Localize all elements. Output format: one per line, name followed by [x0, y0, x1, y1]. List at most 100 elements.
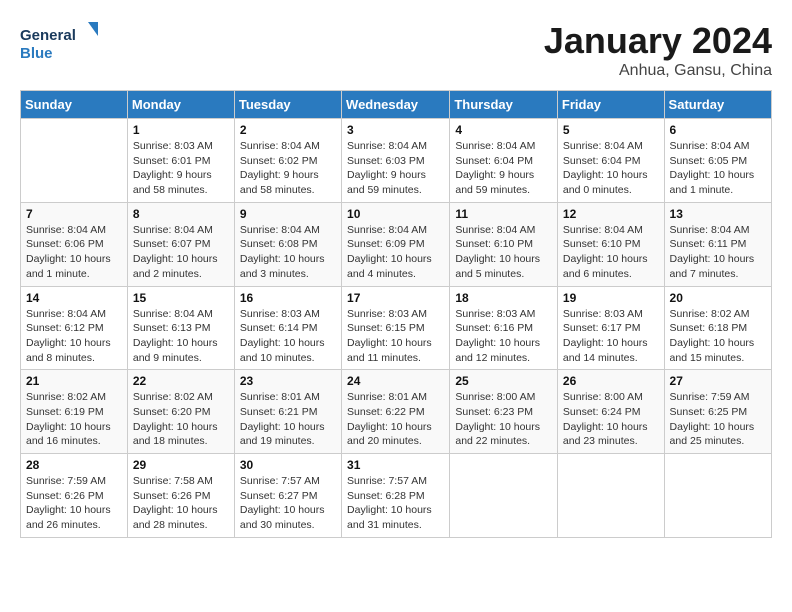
day-info: Sunrise: 8:04 AMSunset: 6:04 PMDaylight:…: [563, 139, 659, 198]
calendar-cell: 23 Sunrise: 8:01 AMSunset: 6:21 PMDayligh…: [234, 370, 341, 454]
day-number: 16: [240, 291, 336, 305]
calendar-week-row: 14Sunrise: 8:04 AMSunset: 6:12 PMDayligh…: [21, 286, 772, 370]
day-number: 26: [563, 374, 659, 388]
day-number: 3: [347, 123, 444, 137]
calendar-cell: 8 Sunrise: 8:04 AMSunset: 6:07 PMDaylight…: [127, 202, 234, 286]
day-number: 18: [455, 291, 552, 305]
subtitle: Anhua, Gansu, China: [544, 62, 772, 80]
day-info: Sunrise: 8:02 AMSunset: 6:19 PMDaylight:…: [26, 390, 122, 449]
day-number: 29: [133, 458, 229, 472]
calendar-cell: 22Sunrise: 8:02 AMSunset: 6:20 PMDayligh…: [127, 370, 234, 454]
day-number: 28: [26, 458, 122, 472]
day-number: 9: [240, 207, 336, 221]
calendar-week-row: 21 Sunrise: 8:02 AMSunset: 6:19 PMDayligh…: [21, 370, 772, 454]
day-number: 1: [133, 123, 229, 137]
logo: General Blue: [20, 20, 100, 64]
calendar-header-row: Sunday Monday Tuesday Wednesday Thursday…: [21, 91, 772, 119]
calendar-cell: 24 Sunrise: 8:01 AMSunset: 6:22 PMDayligh…: [342, 370, 450, 454]
day-info: Sunrise: 8:04 AMSunset: 6:13 PMDaylight:…: [133, 307, 229, 366]
calendar-cell: 17 Sunrise: 8:03 AMSunset: 6:15 PMDayligh…: [342, 286, 450, 370]
day-info: Sunrise: 7:59 AMSunset: 6:26 PMDaylight:…: [26, 474, 122, 533]
calendar-cell: 30Sunrise: 7:57 AMSunset: 6:27 PMDayligh…: [234, 454, 341, 538]
col-thursday: Thursday: [450, 91, 558, 119]
calendar-cell: 7 Sunrise: 8:04 AMSunset: 6:06 PMDaylight…: [21, 202, 128, 286]
calendar-cell: [450, 454, 558, 538]
day-number: 8: [133, 207, 229, 221]
day-number: 17: [347, 291, 444, 305]
day-info: Sunrise: 7:57 AMSunset: 6:28 PMDaylight:…: [347, 474, 444, 533]
day-info: Sunrise: 7:57 AMSunset: 6:27 PMDaylight:…: [240, 474, 336, 533]
calendar-cell: 4 Sunrise: 8:04 AMSunset: 6:04 PMDaylight…: [450, 119, 558, 203]
calendar-cell: 11Sunrise: 8:04 AMSunset: 6:10 PMDayligh…: [450, 202, 558, 286]
calendar-cell: [21, 119, 128, 203]
calendar-cell: 5Sunrise: 8:04 AMSunset: 6:04 PMDaylight…: [557, 119, 664, 203]
day-info: Sunrise: 8:03 AMSunset: 6:15 PMDaylight:…: [347, 307, 444, 366]
day-info: Sunrise: 7:58 AMSunset: 6:26 PMDaylight:…: [133, 474, 229, 533]
day-number: 22: [133, 374, 229, 388]
day-info: Sunrise: 8:03 AMSunset: 6:16 PMDaylight:…: [455, 307, 552, 366]
day-info: Sunrise: 8:01 AMSunset: 6:21 PMDaylight:…: [240, 390, 336, 449]
day-info: Sunrise: 8:01 AMSunset: 6:22 PMDaylight:…: [347, 390, 444, 449]
day-info: Sunrise: 8:00 AMSunset: 6:23 PMDaylight:…: [455, 390, 552, 449]
svg-text:General: General: [20, 27, 76, 44]
day-number: 14: [26, 291, 122, 305]
calendar-week-row: 28 Sunrise: 7:59 AMSunset: 6:26 PMDayligh…: [21, 454, 772, 538]
calendar-cell: 6Sunrise: 8:04 AMSunset: 6:05 PMDaylight…: [664, 119, 771, 203]
calendar-cell: 2 Sunrise: 8:04 AMSunset: 6:02 PMDaylight…: [234, 119, 341, 203]
calendar-table: Sunday Monday Tuesday Wednesday Thursday…: [20, 90, 772, 538]
day-number: 13: [670, 207, 766, 221]
day-number: 23: [240, 374, 336, 388]
day-info: Sunrise: 8:04 AMSunset: 6:10 PMDaylight:…: [563, 223, 659, 282]
day-info: Sunrise: 8:04 AMSunset: 6:08 PMDaylight:…: [240, 223, 336, 282]
day-number: 21: [26, 374, 122, 388]
day-number: 10: [347, 207, 444, 221]
day-info: Sunrise: 8:04 AMSunset: 6:07 PMDaylight:…: [133, 223, 229, 282]
calendar-cell: [557, 454, 664, 538]
col-tuesday: Tuesday: [234, 91, 341, 119]
day-info: Sunrise: 8:04 AMSunset: 6:03 PMDaylight:…: [347, 139, 444, 198]
page-header: General Blue January 2024 Anhua, Gansu, …: [20, 20, 772, 80]
day-number: 19: [563, 291, 659, 305]
day-number: 27: [670, 374, 766, 388]
day-info: Sunrise: 8:04 AMSunset: 6:06 PMDaylight:…: [26, 223, 122, 282]
calendar-cell: 25Sunrise: 8:00 AMSunset: 6:23 PMDayligh…: [450, 370, 558, 454]
day-info: Sunrise: 8:00 AMSunset: 6:24 PMDaylight:…: [563, 390, 659, 449]
calendar-cell: 16Sunrise: 8:03 AMSunset: 6:14 PMDayligh…: [234, 286, 341, 370]
calendar-cell: 9 Sunrise: 8:04 AMSunset: 6:08 PMDaylight…: [234, 202, 341, 286]
calendar-cell: 19 Sunrise: 8:03 AMSunset: 6:17 PMDayligh…: [557, 286, 664, 370]
svg-text:Blue: Blue: [20, 45, 53, 62]
calendar-cell: 3 Sunrise: 8:04 AMSunset: 6:03 PMDaylight…: [342, 119, 450, 203]
calendar-week-row: 7 Sunrise: 8:04 AMSunset: 6:06 PMDaylight…: [21, 202, 772, 286]
col-saturday: Saturday: [664, 91, 771, 119]
calendar-cell: 14Sunrise: 8:04 AMSunset: 6:12 PMDayligh…: [21, 286, 128, 370]
day-info: Sunrise: 8:04 AMSunset: 6:09 PMDaylight:…: [347, 223, 444, 282]
col-wednesday: Wednesday: [342, 91, 450, 119]
calendar-cell: 27 Sunrise: 7:59 AMSunset: 6:25 PMDayligh…: [664, 370, 771, 454]
col-friday: Friday: [557, 91, 664, 119]
day-number: 11: [455, 207, 552, 221]
logo-svg: General Blue: [20, 20, 100, 64]
day-number: 15: [133, 291, 229, 305]
day-info: Sunrise: 8:03 AMSunset: 6:01 PMDaylight:…: [133, 139, 229, 198]
day-info: Sunrise: 8:03 AMSunset: 6:17 PMDaylight:…: [563, 307, 659, 366]
day-info: Sunrise: 7:59 AMSunset: 6:25 PMDaylight:…: [670, 390, 766, 449]
day-number: 24: [347, 374, 444, 388]
calendar-cell: 28 Sunrise: 7:59 AMSunset: 6:26 PMDayligh…: [21, 454, 128, 538]
day-info: Sunrise: 8:04 AMSunset: 6:04 PMDaylight:…: [455, 139, 552, 198]
day-info: Sunrise: 8:04 AMSunset: 6:11 PMDaylight:…: [670, 223, 766, 282]
calendar-cell: 20Sunrise: 8:02 AMSunset: 6:18 PMDayligh…: [664, 286, 771, 370]
calendar-cell: 15 Sunrise: 8:04 AMSunset: 6:13 PMDayligh…: [127, 286, 234, 370]
day-number: 31: [347, 458, 444, 472]
calendar-cell: 10 Sunrise: 8:04 AMSunset: 6:09 PMDayligh…: [342, 202, 450, 286]
calendar-cell: 13 Sunrise: 8:04 AMSunset: 6:11 PMDayligh…: [664, 202, 771, 286]
day-number: 2: [240, 123, 336, 137]
day-number: 7: [26, 207, 122, 221]
day-info: Sunrise: 8:04 AMSunset: 6:05 PMDaylight:…: [670, 139, 766, 198]
calendar-cell: 26 Sunrise: 8:00 AMSunset: 6:24 PMDayligh…: [557, 370, 664, 454]
day-info: Sunrise: 8:04 AMSunset: 6:02 PMDaylight:…: [240, 139, 336, 198]
day-number: 12: [563, 207, 659, 221]
calendar-cell: [664, 454, 771, 538]
day-number: 4: [455, 123, 552, 137]
col-sunday: Sunday: [21, 91, 128, 119]
day-info: Sunrise: 8:02 AMSunset: 6:18 PMDaylight:…: [670, 307, 766, 366]
